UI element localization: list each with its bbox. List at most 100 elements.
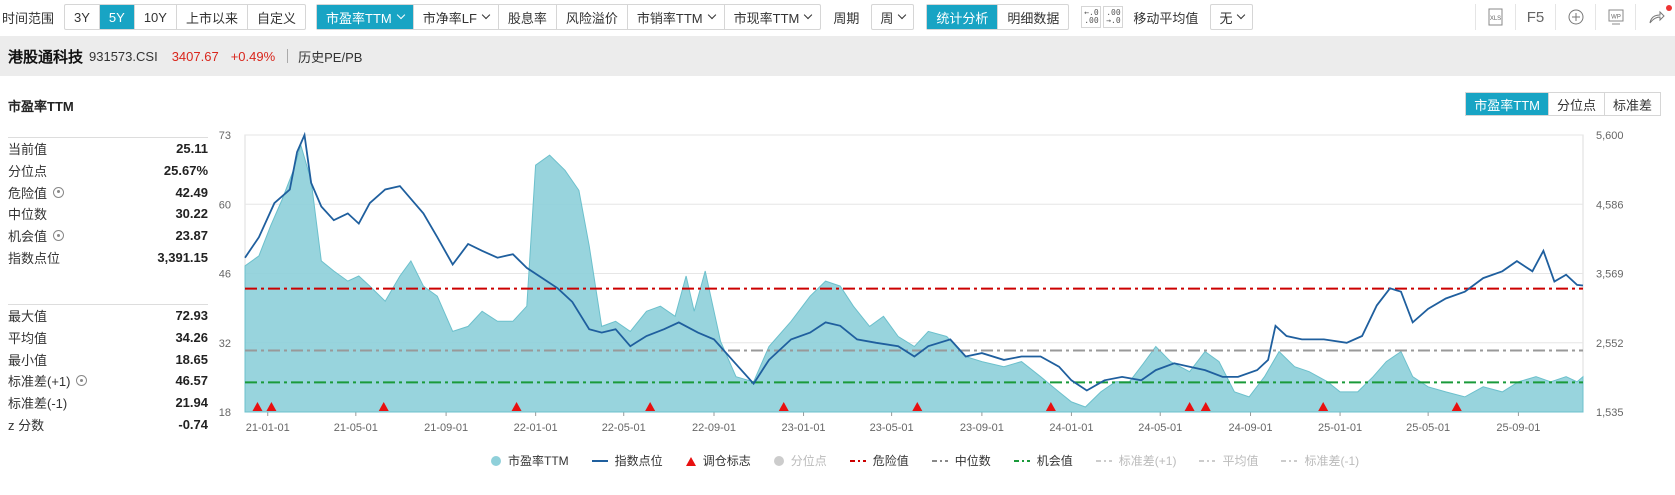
stat-row: 平均值 34.26 bbox=[8, 327, 208, 349]
stat-row: 分位点 25.67% bbox=[8, 160, 208, 182]
range-option-4[interactable]: 自定义 bbox=[248, 5, 305, 29]
increase-decimal-icon[interactable]: .00 →.0 bbox=[1103, 6, 1124, 28]
stat-row: 最小值 18.65 bbox=[8, 348, 208, 370]
range-label: 时间范围 bbox=[2, 10, 55, 26]
legend-item[interactable]: 分位点 bbox=[773, 452, 827, 469]
stat-label: 分位点 bbox=[8, 161, 47, 180]
history-pe-pb-link[interactable]: 历史PE/PB bbox=[298, 47, 362, 66]
legend-item[interactable]: 市盈率TTM bbox=[490, 452, 569, 469]
chart-mode-tab-label: 分位点 bbox=[1556, 97, 1596, 113]
export-word-icon[interactable]: WP bbox=[1595, 4, 1635, 30]
legend-item[interactable]: 标准差(+1) bbox=[1095, 452, 1177, 469]
legend-swatch bbox=[591, 459, 608, 462]
chevron-down-icon bbox=[396, 10, 405, 20]
metric-option-1[interactable]: 市净率LF bbox=[414, 5, 499, 29]
f5-button[interactable]: F5 bbox=[1515, 4, 1555, 30]
legend-label: 市盈率TTM bbox=[508, 454, 569, 468]
stat-label: 当前值 bbox=[8, 139, 47, 158]
metric-option-label: 市净率LF bbox=[422, 10, 477, 26]
stat-label-text: z 分数 bbox=[8, 417, 45, 433]
divider bbox=[287, 49, 289, 63]
legend-swatch bbox=[1013, 459, 1030, 462]
chevron-down-icon bbox=[898, 10, 907, 20]
stat-label: 机会值 bbox=[8, 226, 65, 245]
range-option-label: 上市以来 bbox=[185, 10, 238, 26]
add-icon[interactable] bbox=[1555, 4, 1595, 30]
range-option-0[interactable]: 3Y bbox=[65, 5, 100, 29]
export-xls-icon[interactable]: XLS bbox=[1475, 4, 1515, 30]
legend-label: 调仓标志 bbox=[702, 454, 751, 468]
legend-swatch bbox=[773, 455, 784, 466]
index-code: 931573.CSI bbox=[89, 48, 158, 64]
stat-label: 中位数 bbox=[8, 204, 47, 223]
stat-row: 当前值 25.11 bbox=[8, 138, 208, 160]
stat-row: 标准差(+1) 46.57 bbox=[8, 370, 208, 392]
stat-value: 3,391.15 bbox=[157, 249, 208, 265]
legend-item[interactable]: 调仓标志 bbox=[685, 452, 751, 469]
gear-icon[interactable] bbox=[76, 375, 88, 387]
period-value: 周 bbox=[880, 10, 894, 26]
stat-row: 指数点位 3,391.15 bbox=[8, 246, 208, 268]
range-option-3[interactable]: 上市以来 bbox=[177, 5, 248, 29]
decrease-decimal-icon[interactable]: ←.0.00 bbox=[1081, 6, 1102, 28]
gear-icon[interactable] bbox=[53, 186, 65, 198]
range-option-label: 自定义 bbox=[256, 10, 296, 26]
legend-item[interactable]: 指数点位 bbox=[591, 452, 663, 469]
stat-label: 标准差(-1) bbox=[8, 393, 67, 412]
ma-label: 移动平均值 bbox=[1133, 10, 1199, 26]
chevron-down-icon bbox=[1237, 10, 1246, 20]
legend-label: 危险值 bbox=[872, 454, 909, 468]
chart-mode-tab-0[interactable]: 市盈率TTM bbox=[1466, 93, 1549, 115]
metric-option-label: 风险溢价 bbox=[565, 10, 618, 26]
stat-label: 最小值 bbox=[8, 350, 47, 369]
chart-mode-tab-1[interactable]: 分位点 bbox=[1549, 93, 1605, 115]
ma-select[interactable]: 无 bbox=[1210, 4, 1254, 30]
stat-label: z 分数 bbox=[8, 415, 44, 434]
view-option-0[interactable]: 统计分析 bbox=[927, 5, 999, 29]
legend-item[interactable]: 机会值 bbox=[1013, 452, 1073, 469]
toolbar: 时间范围 3Y 5Y 10Y 上市以来 自定义 市盈率TTM 市净率LF 股息率 风险溢价 市销… bbox=[0, 0, 1675, 34]
legend-item[interactable]: 标准差(-1) bbox=[1280, 452, 1359, 469]
svg-text:WP: WP bbox=[1611, 15, 1621, 21]
metric-option-3[interactable]: 风险溢价 bbox=[557, 5, 628, 29]
range-option-label: 5Y bbox=[108, 9, 125, 25]
metric-option-0[interactable]: 市盈率TTM bbox=[317, 5, 414, 29]
stat-value: 18.65 bbox=[175, 351, 208, 367]
index-price: 3407.67 bbox=[171, 48, 219, 64]
gear-icon[interactable] bbox=[53, 230, 65, 242]
metric-option-5[interactable]: 市现率TTM bbox=[725, 5, 821, 29]
stat-label-text: 中位数 bbox=[8, 207, 48, 223]
stats-top: 当前值 25.11 分位点 25.67% 危险值 42.49 中位数 30.22 机会值 23.8… bbox=[8, 137, 208, 268]
stat-value: 30.22 bbox=[175, 206, 208, 222]
legend-label: 机会值 bbox=[1036, 454, 1073, 468]
index-info-bar: 港股通科技 931573.CSI 3407.67 +0.49% 历史PE/PB bbox=[0, 36, 1675, 76]
legend-item[interactable]: 中位数 bbox=[931, 452, 991, 469]
chart-mode-tab-label: 标准差 bbox=[1612, 97, 1652, 113]
stat-value: 42.49 bbox=[175, 184, 208, 200]
legend-label: 标准差(-1) bbox=[1304, 454, 1360, 468]
range-option-2[interactable]: 10Y bbox=[135, 5, 177, 29]
stat-label: 标准差(+1) bbox=[8, 371, 88, 390]
legend-label: 标准差(+1) bbox=[1118, 454, 1177, 468]
metric-option-4[interactable]: 市销率TTM bbox=[628, 5, 725, 29]
range-option-1[interactable]: 5Y bbox=[99, 5, 135, 29]
index-change: +0.49% bbox=[230, 48, 276, 64]
legend-item[interactable]: 平均值 bbox=[1198, 452, 1258, 469]
stat-label: 最大值 bbox=[8, 306, 47, 325]
stat-label-text: 最大值 bbox=[8, 309, 48, 325]
chart-mode-tab-2[interactable]: 标准差 bbox=[1605, 93, 1660, 115]
stat-value: 46.57 bbox=[175, 373, 208, 389]
view-option-1[interactable]: 明细数据 bbox=[998, 5, 1068, 29]
stat-label: 平均值 bbox=[8, 328, 47, 347]
legend-item[interactable]: 危险值 bbox=[849, 452, 909, 469]
stat-label-text: 标准差(-1) bbox=[8, 396, 68, 412]
stat-value: 23.87 bbox=[175, 228, 208, 244]
metric-option-2[interactable]: 股息率 bbox=[499, 5, 557, 29]
stat-row: z 分数 -0.74 bbox=[8, 413, 208, 435]
share-icon[interactable] bbox=[1635, 4, 1675, 30]
period-select[interactable]: 周 bbox=[871, 4, 915, 30]
metric-option-label: 市盈率TTM bbox=[326, 10, 392, 26]
stat-label-text: 当前值 bbox=[8, 142, 48, 158]
chart-mode-tabs: 市盈率TTM 分位点 标准差 bbox=[1465, 92, 1661, 116]
legend-swatch bbox=[1095, 459, 1112, 462]
